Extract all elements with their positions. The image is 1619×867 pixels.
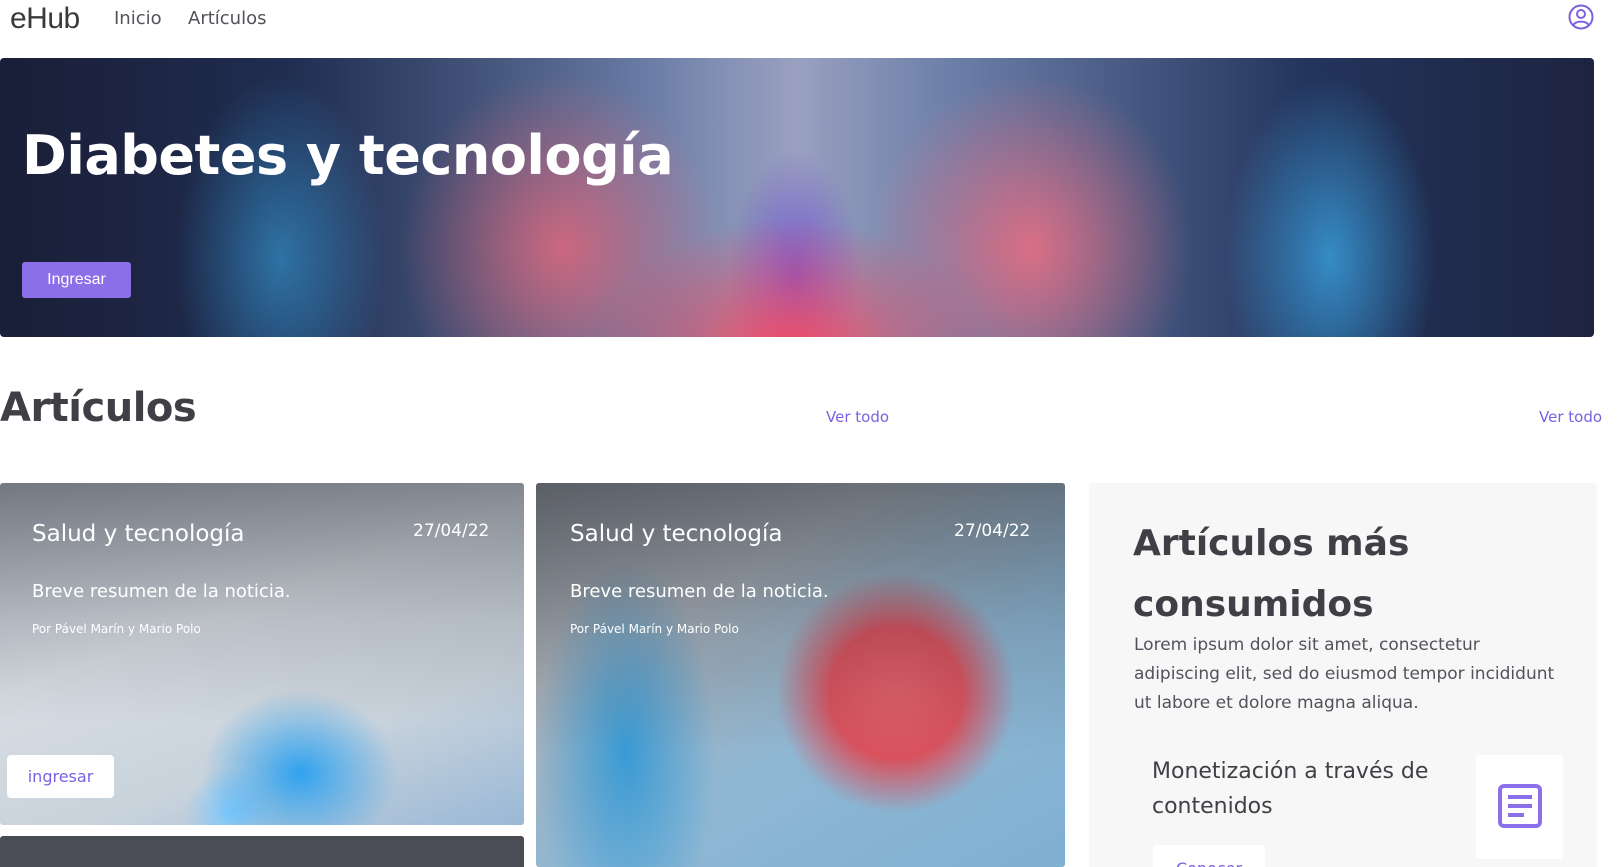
hero-banner: Diabetes y tecnología — [0, 58, 1594, 337]
popular-item-title: Monetización a través de contenidos — [1152, 759, 1429, 819]
card-date: 27/04/22 — [413, 521, 490, 541]
popular-description: Lorem ipsum dolor sit amet, consectetur … — [1134, 635, 1555, 713]
conocer-button[interactable]: Conocer — [1153, 845, 1265, 867]
card-title: Salud y tecnología — [570, 521, 783, 547]
nav-link-inicio[interactable]: Inicio — [114, 8, 162, 29]
articles-section-title: Artículos — [0, 385, 197, 431]
card-summary: Breve resumen de la noticia. — [570, 581, 829, 602]
card-date: 27/04/22 — [954, 521, 1031, 541]
card-title: Salud y tecnología — [32, 521, 245, 547]
card-summary: Breve resumen de la noticia. — [32, 581, 291, 602]
popular-articles-panel: Artículos más consumidos Lorem ipsum dol… — [1089, 483, 1597, 867]
card-ingresar-button[interactable]: ingresar — [7, 755, 114, 798]
hero-overlay — [0, 58, 1594, 337]
article-card[interactable]: Salud y tecnología 27/04/22 Breve resume… — [0, 483, 524, 825]
hero-ingresar-button[interactable]: Ingresar — [22, 262, 131, 298]
brand-logo[interactable]: eHub — [10, 2, 80, 36]
article-card[interactable]: Salud y tecnología 27/04/22 Breve resume… — [536, 483, 1065, 867]
user-account-icon[interactable] — [1568, 4, 1594, 30]
hero-title: Diabetes y tecnología — [22, 124, 674, 187]
card-author: Por Pável Marín y Mario Polo — [32, 622, 201, 636]
popular-title: Artículos más consumidos — [1133, 523, 1410, 625]
ver-todo-link-secondary[interactable]: Ver todo — [1539, 408, 1602, 426]
card-author: Por Pável Marín y Mario Polo — [570, 622, 739, 636]
article-card-partial[interactable] — [0, 836, 524, 867]
document-icon — [1497, 783, 1543, 829]
top-navbar: eHub Inicio Artículos — [0, 0, 1619, 58]
ver-todo-link[interactable]: Ver todo — [826, 408, 889, 426]
popular-item-icon-box — [1476, 755, 1563, 859]
nav-link-articulos[interactable]: Artículos — [188, 8, 266, 29]
